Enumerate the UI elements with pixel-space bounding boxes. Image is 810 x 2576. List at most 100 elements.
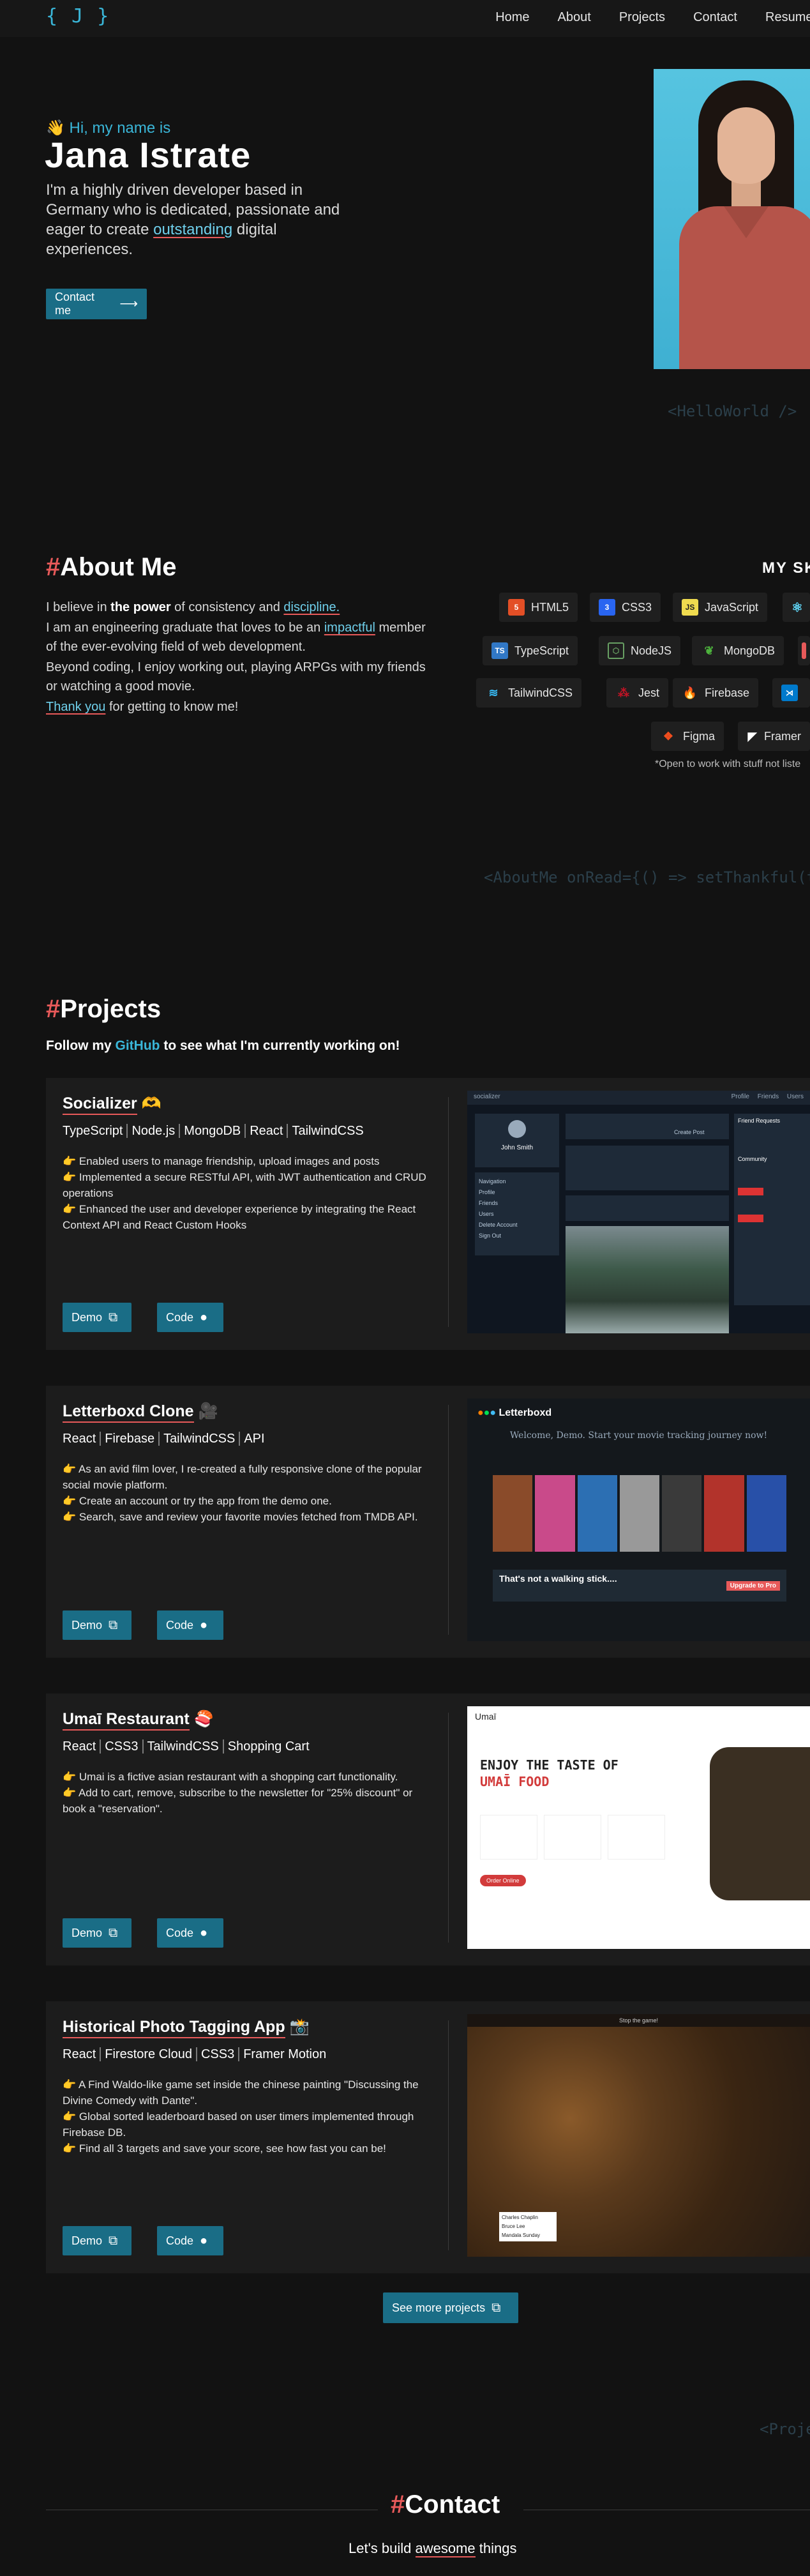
contact-title: #Contact (391, 2490, 500, 2519)
profile-photo (654, 69, 810, 369)
tag: React (244, 1124, 287, 1138)
mock-requests: Friend Requests (738, 1118, 781, 1124)
photo-face (717, 107, 775, 184)
mock-brand: ●●● Letterboxd (477, 1407, 551, 1419)
code-button[interactable]: Code ● (157, 1610, 223, 1640)
contact-sub-b: things (475, 2540, 517, 2556)
tag: MongoDB (179, 1124, 245, 1138)
mock-sidebar-right: Friend Requests Community (734, 1114, 810, 1305)
contact-sub-highlight: awesome (415, 2540, 476, 2557)
project-title-text: Letterboxd Clone (63, 1402, 194, 1423)
about-me-code-tag: <AboutMe onRead={() => setThankful(tru (484, 868, 810, 886)
mock-community: Community (738, 1156, 767, 1162)
desc-line: 👉 Find all 3 targets and save your score… (63, 2142, 386, 2155)
tag: TailwindCSS (142, 1739, 223, 1754)
demo-button[interactable]: Demo ⧉ (63, 1303, 131, 1332)
about-title-text: About Me (60, 553, 177, 581)
skill-label: JavaScript (705, 600, 759, 614)
tag: TailwindCSS (287, 1124, 368, 1138)
demo-button[interactable]: Demo ⧉ (63, 1918, 131, 1948)
hero-name: Jana Istrate (45, 135, 251, 175)
mock-feature (544, 1815, 601, 1860)
mock-menu-item: Delete Account (479, 1222, 518, 1228)
projects-title-text: Projects (60, 995, 161, 1023)
jest-icon: ⁂ (618, 686, 629, 699)
tag: TypeScript (63, 1124, 123, 1138)
nav-projects[interactable]: Projects (619, 10, 665, 25)
about-p1-link: discipline. (283, 600, 340, 614)
cut-icon (802, 642, 806, 659)
hello-world-tag: <HelloWorld /> (668, 402, 797, 420)
contact-sub-a: Let's build (349, 2540, 416, 2556)
typescript-icon: TS (491, 642, 508, 659)
nav-about[interactable]: About (558, 10, 591, 25)
tag: React (63, 1432, 96, 1446)
github-icon: ● (200, 1926, 208, 1940)
mock-poster (493, 1475, 533, 1552)
skill-nodejs: ⬡ NodeJS (599, 636, 681, 665)
mock-target: Bruce Lee (502, 2224, 525, 2229)
about-p4-b: for getting to know me! (105, 700, 239, 714)
project-title-text: Umaī Restaurant (63, 1710, 190, 1731)
mock-nav-users: Users (786, 1093, 804, 1100)
mock-nav: Profile Friends Users (731, 1093, 804, 1100)
mock-brand-text: Letterboxd (499, 1407, 552, 1418)
mock-post (566, 1146, 729, 1190)
project-card-socializer: Socializer 🫶 TypeScript Node.js MongoDB Rea… (46, 1078, 810, 1350)
mock-nav-profile: Profile (731, 1093, 749, 1100)
mock-user: John Smith (500, 1144, 534, 1151)
demo-label: Demo (71, 2234, 103, 2247)
contact-me-button[interactable]: Contact me ⟶ (46, 289, 147, 319)
code-button[interactable]: Code ● (157, 1303, 223, 1332)
dot-icon: ● (490, 1407, 497, 1418)
project-title-text: Socializer (63, 1095, 137, 1115)
demo-label: Demo (71, 1310, 103, 1324)
mock-poster (662, 1475, 702, 1552)
logo[interactable]: { J } (46, 5, 110, 27)
github-link[interactable]: GitHub (116, 1038, 160, 1053)
css3-icon: 3 (599, 599, 615, 616)
skill-label: HTML5 (531, 600, 569, 614)
tag: Node.js (126, 1124, 179, 1138)
desc-line: 👉 Search, save and review your favorite … (63, 1511, 418, 1523)
mock-menu-item: Users (479, 1211, 494, 1217)
skill-framer: ◤ Framer (738, 722, 810, 751)
screenshot-letterboxd: ●●● Letterboxd Welcome, Demo. Start your… (467, 1398, 810, 1641)
mock-profile-card: John Smith (475, 1114, 559, 1167)
skill-typescript: TS TypeScript (483, 636, 578, 665)
card-divider (448, 1405, 449, 1635)
about-p3: Beyond coding, I enjoy working out, play… (46, 660, 426, 693)
skill-label: TailwindCSS (508, 686, 573, 699)
projects-title: #Projects (46, 995, 161, 1024)
figma-icon: ❖ (663, 729, 674, 743)
screenshot-socializer: socializer Profile Friends Users John Smi… (467, 1091, 810, 1333)
skill-jest: ⁂ Jest (606, 678, 669, 708)
nodejs-icon: ⬡ (608, 642, 624, 659)
github-icon: ● (200, 2234, 208, 2248)
mock-headline-2: UMAĪ FOOD (480, 1774, 550, 1789)
tag: API (239, 1432, 269, 1446)
nav-links: Home About Projects Contact Resume (495, 10, 810, 25)
mock-targets: Charles Chaplin Bruce Lee Mandala Sunday (499, 2212, 557, 2241)
external-link-icon: ⧉ (109, 1618, 118, 1632)
demo-button[interactable]: Demo ⧉ (63, 1610, 131, 1640)
follow-a: Follow my (46, 1038, 116, 1053)
project-title: Historical Photo Tagging App 📸 (63, 2018, 310, 2038)
see-more-projects-button[interactable]: See more projects ⧉ (383, 2292, 518, 2323)
demo-button[interactable]: Demo ⧉ (63, 2226, 131, 2255)
skill-react: ⚛ (783, 593, 810, 622)
contact-title-text: Contact (405, 2490, 500, 2519)
code-button[interactable]: Code ● (157, 2226, 223, 2255)
nav-contact[interactable]: Contact (693, 10, 737, 25)
code-button[interactable]: Code ● (157, 1918, 223, 1948)
tagging-mock: Stop the game! Charles Chaplin Bruce Lee M… (467, 2014, 810, 2257)
nav-home[interactable]: Home (495, 10, 529, 25)
tag: Shopping Cart (222, 1739, 313, 1754)
mock-header: Stop the game! (467, 2014, 810, 2027)
tailwind-icon: ≋ (488, 686, 499, 699)
framer-icon: ◤ (747, 729, 757, 743)
about-hash: # (46, 553, 61, 581)
mock-upgrade: Upgrade to Pro (726, 1581, 780, 1591)
nav-resume[interactable]: Resume (765, 10, 810, 25)
skill-label: Jest (638, 686, 660, 699)
